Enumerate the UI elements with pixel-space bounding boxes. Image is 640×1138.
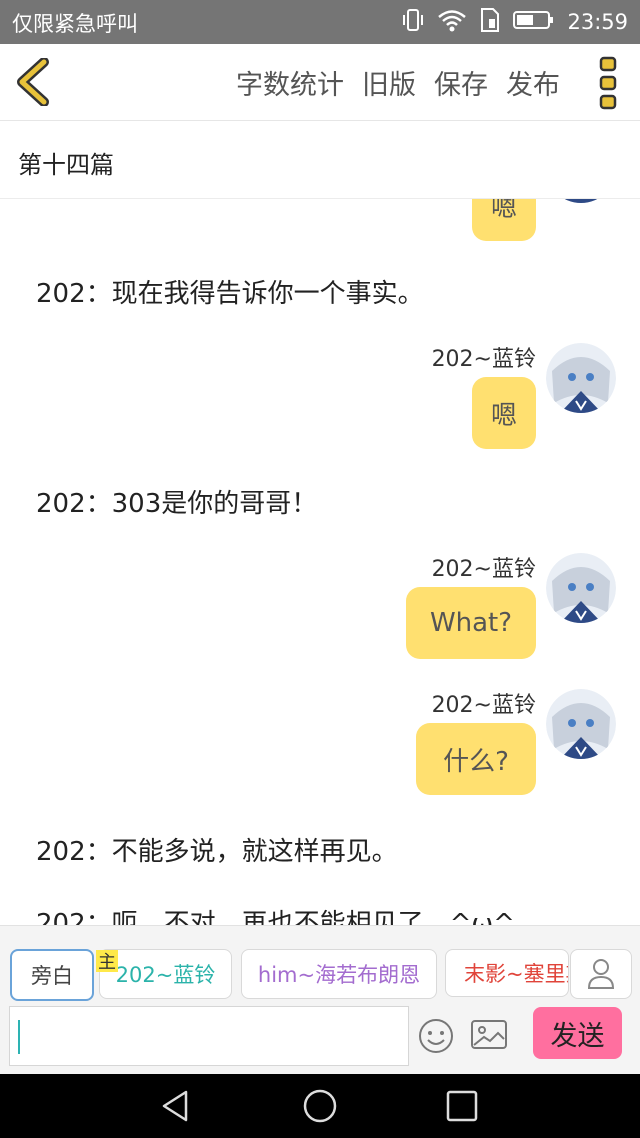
carrier-text: 仅限紧急呼叫 [12,12,138,36]
message-bubble[interactable]: 嗯 [472,199,536,241]
text-caret [18,1020,20,1054]
message-text: 嗯 [490,199,517,223]
triangle-back-icon [162,1090,188,1122]
avatar[interactable] [546,343,616,413]
battery-icon [513,9,555,35]
message-input[interactable] [9,1006,409,1066]
narration-line[interactable]: 202：303是你的哥哥！ [36,483,317,520]
more-menu-button[interactable] [594,56,622,110]
save-button[interactable]: 保存 [434,63,488,102]
clock-text: 23:59 [567,10,628,34]
publish-button[interactable]: 发布 [506,63,560,102]
square-recents-icon [446,1090,478,1122]
sim-icon [479,7,501,37]
role-chip-narrator[interactable]: 旁白 [10,949,94,1001]
avatar[interactable] [546,553,616,623]
old-version-button[interactable]: 旧版 [362,63,416,102]
speaker-name: 202~蓝铃 [431,693,536,718]
role-chip-him[interactable]: him~海若布朗恩 [241,949,437,999]
speaker-name: 202~蓝铃 [431,557,536,582]
composer-panel: 旁白 202~蓝铃 主 him~海若布朗恩 末影~塞里斯 发送 [0,925,640,1074]
send-button[interactable]: 发送 [533,1007,622,1059]
back-button[interactable] [14,57,54,107]
message-text: What? [429,608,513,638]
image-icon [471,1020,507,1049]
message-bubble[interactable]: What? [406,587,536,659]
wifi-icon [437,8,467,36]
speaker-name: 202~蓝铃 [431,347,536,372]
app-toolbar: 字数统计 旧版 保存 发布 [0,44,640,121]
circle-home-icon [303,1089,337,1123]
message-bubble[interactable]: 什么? [416,723,536,795]
word-count-button[interactable]: 字数统计 [236,63,344,102]
chevron-left-icon [17,57,49,107]
host-badge: 主 [96,950,118,973]
chapter-title: 第十四篇 [18,151,114,179]
narration-line[interactable]: 202：不能多说，就这样再见。 [36,831,398,868]
narration-line[interactable]: 202：现在我得告诉你一个事实。 [36,273,424,310]
more-vertical-icon [599,56,617,110]
message-bubble[interactable]: 嗯 [472,377,536,449]
person-icon [587,959,615,989]
status-bar: 仅限紧急呼叫 23:59 [0,0,640,44]
avatar[interactable] [546,689,616,759]
nav-back-button[interactable] [158,1088,194,1124]
message-text: 什么? [443,746,509,777]
chapter-header[interactable]: 第十四篇 [0,121,640,199]
insert-image-button[interactable] [470,1018,508,1052]
avatar[interactable] [546,199,616,203]
nav-home-button[interactable] [302,1088,338,1124]
navigation-bar [0,1074,640,1138]
smiley-icon [419,1019,453,1053]
role-manage-button[interactable] [570,949,632,999]
vibrate-icon [401,7,425,37]
narration-line[interactable]: 202：呃，不对，再也不能相见了。^ω^ [36,903,515,925]
nav-recents-button[interactable] [444,1088,480,1124]
emoji-button[interactable] [418,1018,454,1054]
role-chip-moying[interactable]: 末影~塞里斯 [445,949,569,997]
conversation-area[interactable]: 嗯 202：现在我得告诉你一个事实。 202~蓝铃 嗯 202：303是你的哥哥… [0,199,640,925]
message-text: 嗯 [490,400,517,431]
role-chip-202[interactable]: 202~蓝铃 [99,949,232,999]
